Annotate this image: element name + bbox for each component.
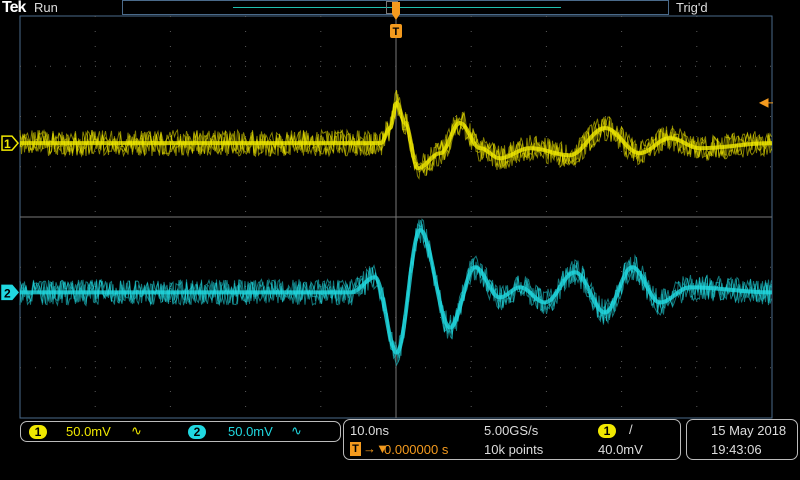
trigger-level: 40.0mV: [598, 442, 643, 457]
ch1-coupling-icon: ∿: [131, 423, 142, 438]
sample-rate: 5.00GS/s: [484, 423, 539, 438]
ch2-marker-label: 2: [4, 286, 11, 300]
horizontal-scale: 10.0ns: [350, 423, 390, 438]
datetime-panel: 15 May 2018 19:43:06: [686, 419, 798, 460]
trigger-level-icon: [758, 98, 773, 108]
trigger-source-badge: 1: [598, 424, 616, 438]
waveform-graticule: 1 2 T: [1, 2, 773, 419]
ch2-coupling-icon: ∿: [291, 423, 302, 438]
horizontal-position: 0.000000 s: [384, 442, 449, 457]
ch2-scale: 50.0mV: [228, 424, 273, 439]
timebase-trigger-panel[interactable]: 10.0ns 5.00GS/s 1 / T →▼ 0.000000 s 10k …: [343, 419, 681, 460]
record-length: 10k points: [484, 442, 544, 457]
trigger-slope-icon: /: [629, 422, 633, 437]
ch1-badge[interactable]: 1: [29, 425, 47, 439]
ch1-marker-label: 1: [4, 137, 11, 151]
ch2-badge[interactable]: 2: [188, 425, 206, 439]
trigger-position-top-icon: [392, 2, 400, 20]
date: 15 May 2018: [711, 423, 787, 438]
trigger-marker-icon: T: [350, 442, 361, 456]
time: 19:43:06: [711, 442, 762, 457]
channel-panel[interactable]: 1 50.0mV ∿ 2 50.0mV ∿: [20, 421, 341, 442]
ch1-scale: 50.0mV: [66, 424, 111, 439]
trigger-marker-label: T: [393, 26, 400, 38]
